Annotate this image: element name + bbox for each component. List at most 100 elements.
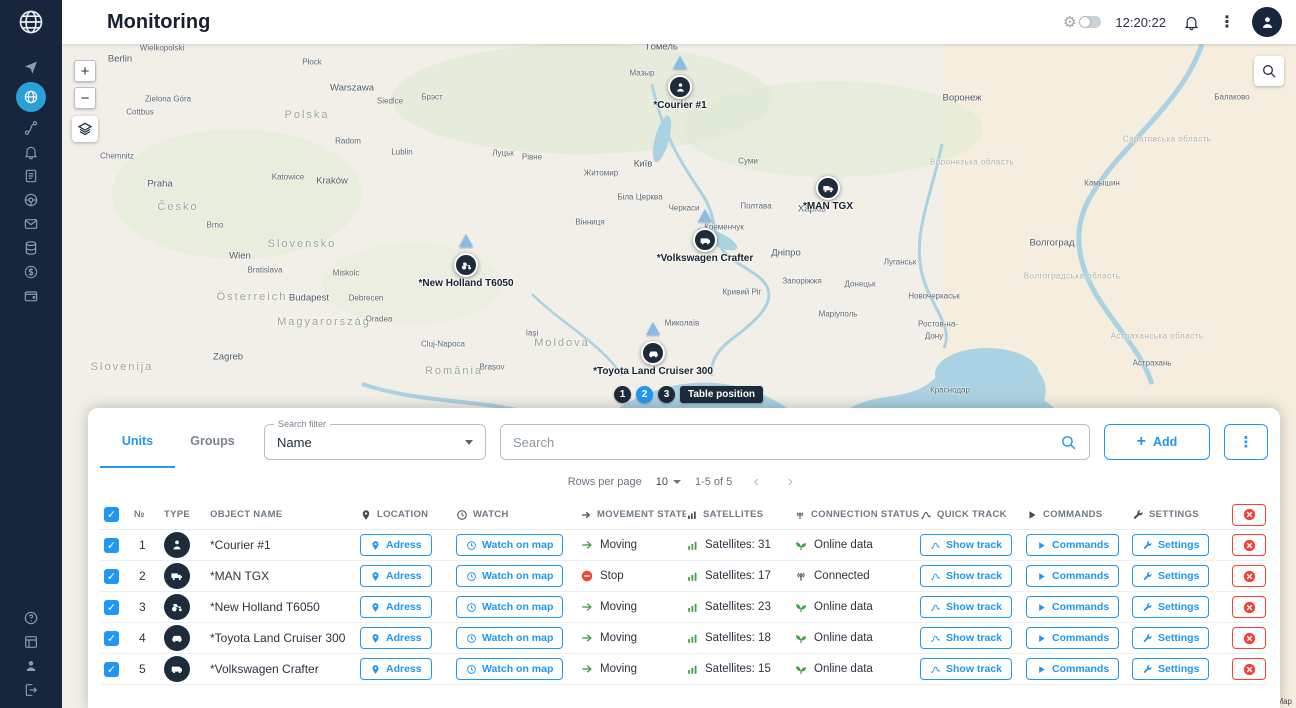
sidebar-item-payments[interactable] bbox=[16, 261, 46, 282]
zoom-out-button[interactable]: − bbox=[74, 87, 96, 109]
sidebar-item-apps[interactable] bbox=[16, 631, 46, 652]
user-avatar[interactable] bbox=[1252, 7, 1282, 37]
clock-icon bbox=[466, 602, 477, 613]
map-label: Дніпро bbox=[771, 248, 801, 259]
commands-button[interactable]: Commands bbox=[1026, 627, 1119, 649]
direction-arrow-icon bbox=[459, 234, 473, 247]
address-button[interactable]: Adress bbox=[360, 627, 432, 649]
show-track-button[interactable]: Show track bbox=[920, 658, 1012, 680]
column-header-quick-track: QUICK TRACK bbox=[920, 509, 1026, 521]
row-checkbox[interactable]: ✓ bbox=[104, 600, 119, 615]
sidebar-item-storage[interactable] bbox=[16, 237, 46, 258]
movement-state: Stop bbox=[580, 569, 686, 583]
more-menu-icon[interactable]: ⋮ bbox=[1216, 11, 1238, 33]
address-button[interactable]: Adress bbox=[360, 534, 432, 556]
map-label: Wien bbox=[229, 251, 251, 262]
watch-on-map-button[interactable]: Watch on map bbox=[456, 627, 563, 649]
commands-button[interactable]: Commands bbox=[1026, 565, 1119, 587]
wrench-icon bbox=[1142, 664, 1153, 675]
select-all-checkbox[interactable]: ✓ bbox=[104, 507, 119, 522]
pager-page-2[interactable]: 2 bbox=[636, 386, 653, 403]
show-track-button[interactable]: Show track bbox=[920, 627, 1012, 649]
settings-button[interactable]: Settings bbox=[1132, 596, 1209, 618]
x-circle-icon bbox=[1242, 569, 1257, 584]
map-label: Berlin bbox=[108, 54, 132, 65]
map-layers-button[interactable] bbox=[72, 116, 98, 142]
delete-row-button[interactable] bbox=[1232, 565, 1266, 587]
watch-on-map-button[interactable]: Watch on map bbox=[456, 565, 563, 587]
map-label: Мазыр bbox=[630, 69, 655, 78]
row-checkbox[interactable]: ✓ bbox=[104, 538, 119, 553]
sidebar-item-tracking[interactable] bbox=[16, 56, 46, 77]
row-checkbox[interactable]: ✓ bbox=[104, 569, 119, 584]
sidebar-item-reports[interactable] bbox=[16, 165, 46, 186]
address-button[interactable]: Adress bbox=[360, 596, 432, 618]
wrench-icon bbox=[1142, 571, 1153, 582]
settings-button[interactable]: Settings bbox=[1132, 534, 1209, 556]
antenna-icon bbox=[794, 509, 806, 521]
watch-on-map-button[interactable]: Watch on map bbox=[456, 534, 563, 556]
play-icon bbox=[1036, 664, 1047, 675]
search-box bbox=[500, 424, 1090, 460]
map-label: Астраханська область bbox=[1111, 332, 1204, 341]
delete-row-button[interactable] bbox=[1232, 534, 1266, 556]
delete-row-button[interactable] bbox=[1232, 596, 1266, 618]
map-marker[interactable]: *Volkswagen Crafter bbox=[693, 228, 717, 252]
map-marker[interactable]: *Toyota Land Cruiser 300 bbox=[641, 341, 665, 365]
panel-menu-button[interactable]: ⋮ bbox=[1224, 424, 1268, 460]
sidebar-item-drivers[interactable] bbox=[16, 189, 46, 210]
search-input[interactable] bbox=[513, 435, 1052, 450]
tab-groups[interactable]: Groups bbox=[175, 416, 250, 468]
commands-button[interactable]: Commands bbox=[1026, 658, 1119, 680]
movement-state: Moving bbox=[580, 662, 686, 676]
sidebar-item-billing[interactable] bbox=[16, 285, 46, 306]
sidebar-item-help[interactable] bbox=[16, 607, 46, 628]
add-button[interactable]: + Add bbox=[1104, 424, 1210, 460]
search-icon[interactable] bbox=[1060, 434, 1077, 451]
watch-on-map-button[interactable]: Watch on map bbox=[456, 658, 563, 680]
sidebar-item-messages[interactable] bbox=[16, 213, 46, 234]
delete-row-button[interactable] bbox=[1232, 627, 1266, 649]
zoom-in-button[interactable]: + bbox=[74, 60, 96, 82]
sidebar-item-notifications[interactable] bbox=[16, 141, 46, 162]
movement-state: Moving bbox=[580, 600, 686, 614]
previous-page-button[interactable]: ‹ bbox=[746, 474, 766, 490]
map-label: Bratislava bbox=[247, 266, 282, 275]
show-track-button[interactable]: Show track bbox=[920, 534, 1012, 556]
commands-button[interactable]: Commands bbox=[1026, 534, 1119, 556]
sidebar-item-tracks[interactable] bbox=[16, 117, 46, 138]
search-filter-select[interactable]: Search filter Name bbox=[264, 424, 486, 460]
sidebar-item-profile[interactable] bbox=[16, 655, 46, 676]
toggle-switch[interactable] bbox=[1079, 16, 1101, 28]
map-marker[interactable]: *New Holland T6050 bbox=[454, 253, 478, 277]
delete-all-button[interactable] bbox=[1232, 504, 1266, 526]
sidebar-item-monitoring[interactable] bbox=[16, 82, 46, 112]
row-checkbox[interactable]: ✓ bbox=[104, 662, 119, 677]
show-track-button[interactable]: Show track bbox=[920, 565, 1012, 587]
address-button[interactable]: Adress bbox=[360, 658, 432, 680]
rows-per-page-label: Rows per page bbox=[568, 476, 642, 488]
map-search-button[interactable] bbox=[1254, 56, 1284, 86]
row-checkbox[interactable]: ✓ bbox=[104, 631, 119, 646]
settings-button[interactable]: Settings bbox=[1132, 565, 1209, 587]
sidebar-item-logout[interactable] bbox=[16, 679, 46, 700]
settings-toggle[interactable]: ⚙ bbox=[1063, 15, 1101, 30]
map-marker[interactable]: *MAN TGX bbox=[816, 176, 840, 200]
watch-on-map-button[interactable]: Watch on map bbox=[456, 596, 563, 618]
map-marker[interactable]: *Courier #1 bbox=[668, 75, 692, 99]
pager-page-1[interactable]: 1 bbox=[614, 386, 631, 403]
map-label: Česko bbox=[157, 201, 198, 213]
map-label: Гомель bbox=[646, 44, 678, 53]
delete-row-button[interactable] bbox=[1232, 658, 1266, 680]
commands-button[interactable]: Commands bbox=[1026, 596, 1119, 618]
settings-button[interactable]: Settings bbox=[1132, 658, 1209, 680]
rows-per-page-select[interactable]: 10 bbox=[656, 476, 681, 488]
show-track-button[interactable]: Show track bbox=[920, 596, 1012, 618]
address-button[interactable]: Adress bbox=[360, 565, 432, 587]
track-icon bbox=[930, 540, 941, 551]
next-page-button[interactable]: › bbox=[780, 474, 800, 490]
notifications-bell-icon[interactable] bbox=[1180, 11, 1202, 33]
tab-units[interactable]: Units bbox=[100, 416, 175, 468]
settings-button[interactable]: Settings bbox=[1132, 627, 1209, 649]
pager-page-3[interactable]: 3 bbox=[658, 386, 675, 403]
